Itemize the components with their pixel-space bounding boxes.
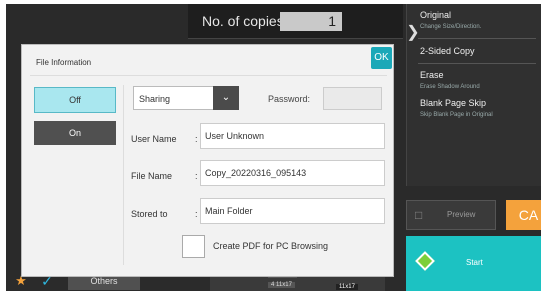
create-pdf-checkbox[interactable] <box>182 235 205 258</box>
blank-page-skip-sub: Skip Blank Page in Original <box>420 112 493 118</box>
erase-setting-sub: Erase Shadow Around <box>420 84 480 90</box>
preview-label: Preview <box>447 210 476 219</box>
erase-setting[interactable]: Erase <box>420 70 444 80</box>
off-toggle-button[interactable]: Off <box>34 87 116 113</box>
original-setting[interactable]: Original <box>420 10 451 20</box>
ok-button[interactable]: OK <box>371 47 392 69</box>
original-setting-sub: Change Size/Direction. <box>420 24 482 30</box>
chevron-down-icon[interactable]: ⌄ <box>213 86 239 110</box>
user-name-colon: : <box>195 134 198 144</box>
stored-to-field[interactable]: Main Folder <box>200 198 385 224</box>
blank-page-skip-setting[interactable]: Blank Page Skip <box>420 98 486 108</box>
start-diamond-icon <box>415 251 435 271</box>
sharing-select[interactable]: Sharing ⌄ <box>133 86 239 110</box>
vertical-divider <box>123 85 124 265</box>
start-button[interactable]: Start <box>406 236 541 291</box>
ca-button[interactable]: CA <box>506 200 541 230</box>
user-name-label: User Name <box>131 134 177 144</box>
file-name-colon: : <box>195 171 198 181</box>
file-information-dialog: File Information OK Off On Sharing ⌄ Pas… <box>21 44 394 277</box>
settings-panel <box>406 4 541 186</box>
stored-to-label: Stored to <box>131 209 168 219</box>
divider <box>418 38 536 39</box>
file-name-field[interactable]: Copy_20220316_095143 <box>200 160 385 186</box>
file-name-label: File Name <box>131 171 173 181</box>
sharing-select-value: Sharing <box>139 94 171 104</box>
start-label: Start <box>466 258 483 267</box>
preview-button[interactable]: □ Preview <box>406 200 496 230</box>
copier-screen: No. of copies 1 ❯ Original Change Size/D… <box>6 4 541 291</box>
password-label: Password: <box>268 94 311 104</box>
tray-4-row[interactable]: 4 11x17 <box>268 282 295 288</box>
copies-label: No. of copies <box>202 13 284 29</box>
selected-paper-tag: 11x17 <box>336 284 358 290</box>
divider <box>418 63 536 64</box>
preview-icon: □ <box>415 208 423 222</box>
user-name-field[interactable]: User Unknown <box>200 123 385 149</box>
dialog-title: File Information <box>36 58 92 67</box>
chevron-right-icon[interactable]: ❯ <box>406 22 420 42</box>
dialog-divider <box>30 75 387 76</box>
copies-panel: No. of copies 1 <box>188 4 403 39</box>
two-sided-copy-setting[interactable]: 2-Sided Copy <box>420 46 475 56</box>
create-pdf-label: Create PDF for PC Browsing <box>213 241 329 251</box>
on-toggle-button[interactable]: On <box>34 121 116 145</box>
password-input[interactable] <box>323 87 382 110</box>
copies-input[interactable]: 1 <box>280 12 342 31</box>
stored-to-colon: : <box>195 209 198 219</box>
